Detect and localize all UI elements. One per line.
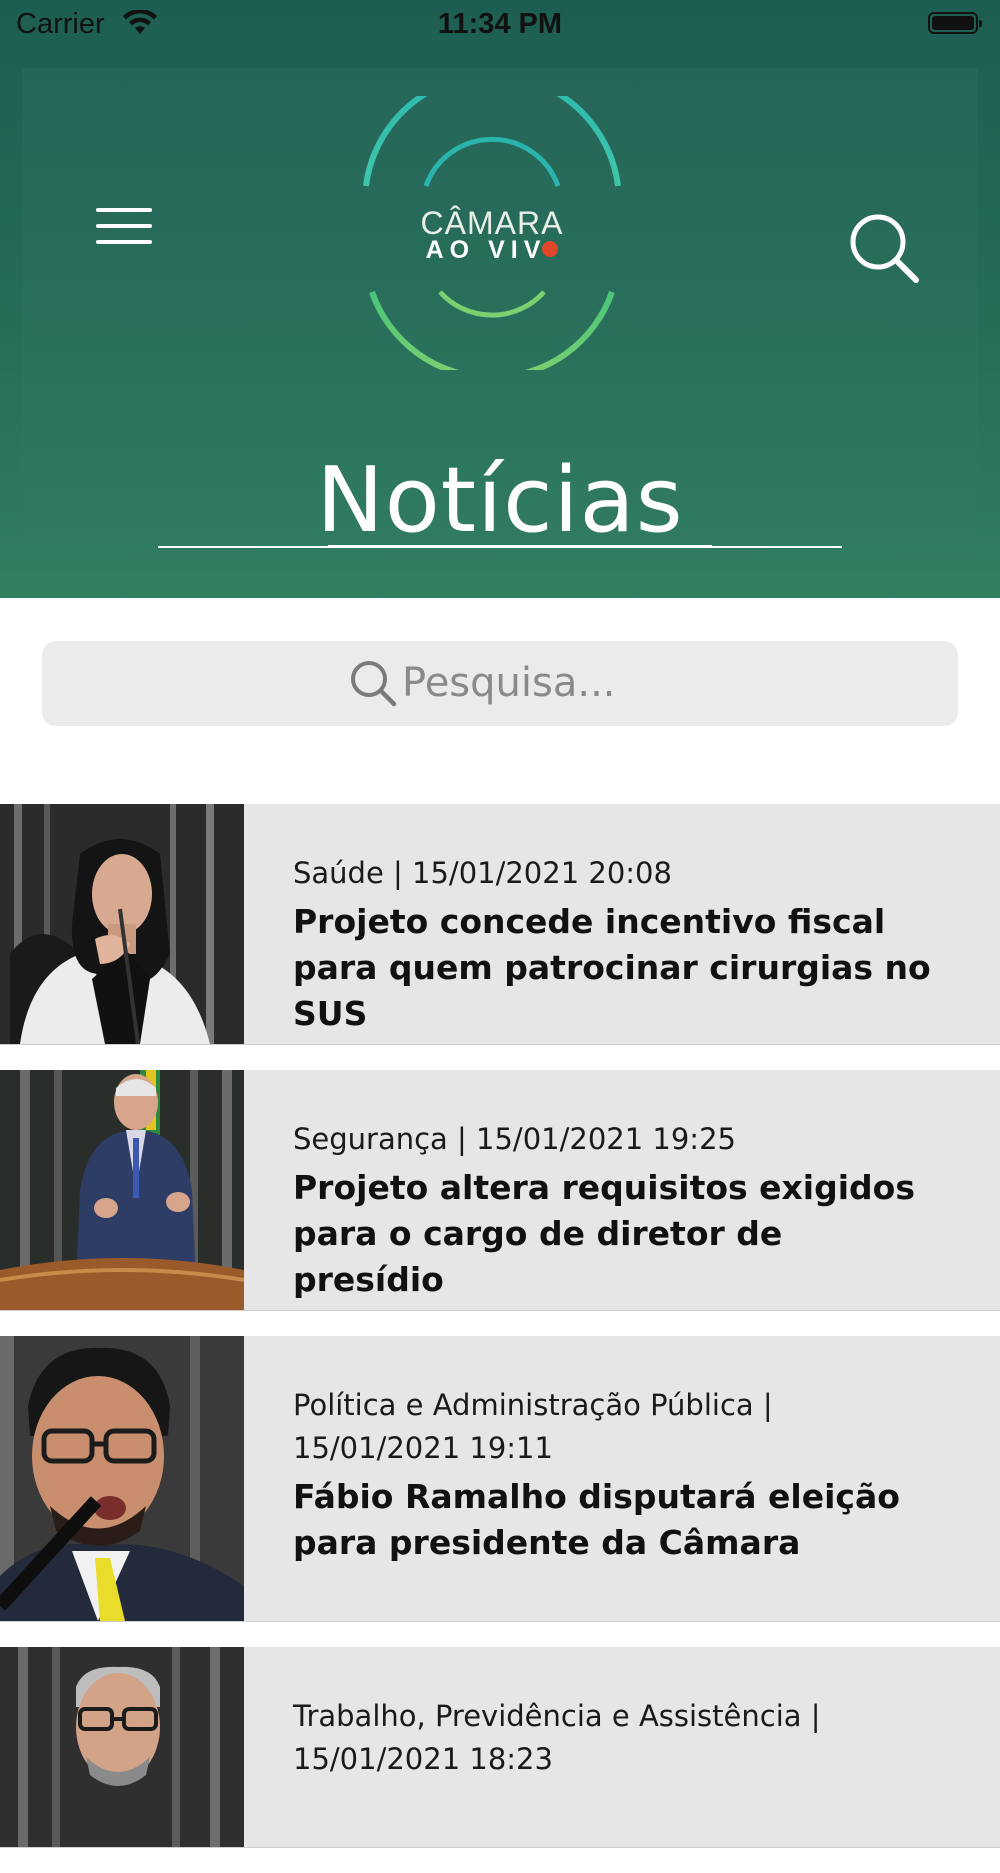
status-bar: Carrier 11:34 PM xyxy=(0,0,1000,50)
title-underline-accent xyxy=(328,545,712,548)
news-item[interactable]: Saúde | 15/01/2021 20:08 Projeto concede… xyxy=(0,804,1000,1045)
search-field-icon xyxy=(351,661,397,707)
news-headline: Fábio Ramalho disputará eleição para pre… xyxy=(293,1477,900,1562)
news-item[interactable]: Política e Administração Pública | 15/01… xyxy=(0,1336,1000,1622)
news-headline: Projeto altera requisitos exigidos para … xyxy=(293,1168,915,1299)
news-photo xyxy=(0,1336,244,1621)
logo-text-ao-vivo: AO VIV xyxy=(360,236,624,265)
news-meta: Trabalho, Previdência e Assistência | 15… xyxy=(293,1699,821,1776)
news-meta: Segurança | 15/01/2021 19:25 xyxy=(293,1122,736,1156)
search-input[interactable] xyxy=(402,655,902,711)
news-photo xyxy=(0,804,244,1044)
news-item[interactable]: Trabalho, Previdência e Assistência | 15… xyxy=(0,1647,1000,1848)
news-headline: Projeto concede incentivo fiscal para qu… xyxy=(293,902,931,1033)
page-title: Notícias xyxy=(316,448,684,553)
news-item[interactable]: Segurança | 15/01/2021 19:25 Projeto alt… xyxy=(0,1070,1000,1311)
clock: 11:34 PM xyxy=(437,8,563,40)
news-meta: Saúde | 15/01/2021 20:08 xyxy=(293,856,672,890)
news-photo xyxy=(0,1647,244,1847)
news-meta: Política e Administração Pública | 15/01… xyxy=(293,1388,773,1465)
menu-icon xyxy=(96,208,152,212)
news-photo xyxy=(0,1070,244,1310)
live-dot-icon xyxy=(542,241,559,257)
menu-button[interactable] xyxy=(96,208,152,246)
news-list: Saúde | 15/01/2021 20:08 Projeto concede… xyxy=(0,804,1000,1873)
search-icon[interactable] xyxy=(848,212,920,284)
battery-icon xyxy=(928,12,982,34)
search-bar[interactable] xyxy=(42,641,958,726)
